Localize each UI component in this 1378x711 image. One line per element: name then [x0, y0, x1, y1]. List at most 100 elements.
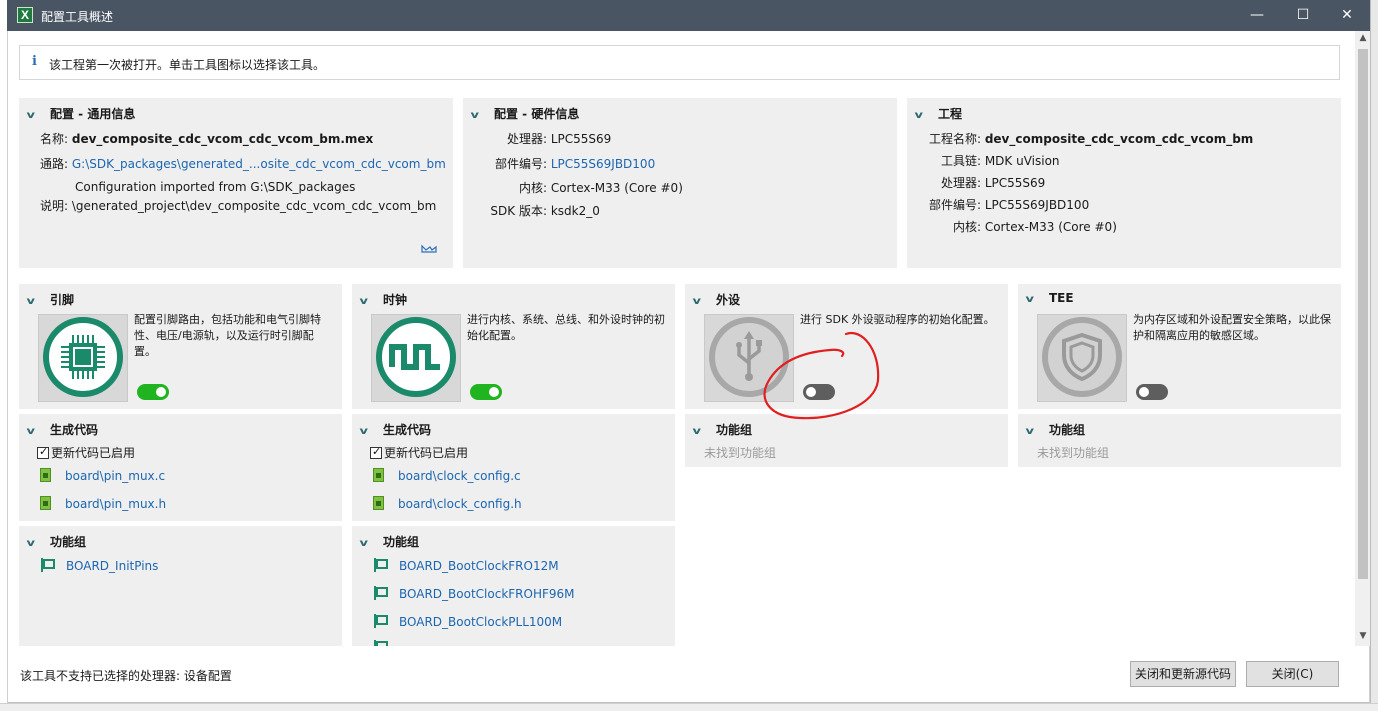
chevron-down-icon: v	[1025, 426, 1034, 437]
project-row: 处理器: LPC55S69	[940, 176, 1046, 190]
edit-icon[interactable]	[421, 241, 437, 253]
info-bar: i 该工程第一次被打开。单击工具图标以选择该工具。	[19, 45, 1340, 80]
maximize-button[interactable]: ☐	[1280, 0, 1326, 31]
hardware-row: SDK 版本: ksdk2_0	[490, 204, 600, 218]
pins-codegen-header[interactable]: v 生成代码	[27, 421, 99, 438]
peripherals-groups-header[interactable]: v 功能组	[692, 421, 753, 438]
peripherals-tool-header[interactable]: v 外设	[692, 291, 741, 308]
source-file-icon	[373, 496, 384, 510]
clocks-file-item[interactable]: board\clock_config.c	[373, 468, 521, 483]
tee-groups-header[interactable]: v 功能组	[1025, 421, 1086, 438]
project-row: 工程名称: dev_composite_cdc_vcom_cdc_vcom_bm	[928, 132, 1254, 146]
hardware-info-header[interactable]: v 配置 - 硬件信息	[471, 105, 580, 122]
checkbox-checked-icon	[370, 445, 382, 459]
pins-tool-toggle[interactable]	[137, 384, 169, 400]
app-logo-icon: X	[17, 7, 33, 23]
scroll-up-icon[interactable]: ▲	[1357, 33, 1369, 43]
tee-tool-toggle[interactable]	[1136, 384, 1168, 400]
scrollbar-thumb[interactable]	[1358, 49, 1368, 579]
clocks-group-item[interactable]: BOARD_BootClockFRO12M	[373, 558, 559, 573]
clocks-file-item[interactable]: board\clock_config.h	[373, 496, 522, 511]
chevron-down-icon: v	[359, 296, 368, 307]
general-info-header[interactable]: v 配置 - 通用信息	[26, 105, 136, 122]
pins-tool-description: 配置引脚路由，包括功能和电气引脚特性、电压/电源轨，以及运行时引脚配置。	[134, 313, 321, 358]
pins-groups-header[interactable]: v 功能组	[26, 533, 87, 550]
flag-icon	[373, 614, 388, 628]
dialog-body: i 该工程第一次被打开。单击工具图标以选择该工具。 v 配置 - 通用信息 名称:…	[7, 31, 1370, 703]
flag-icon	[373, 558, 388, 572]
part-number-link[interactable]: LPC55S69JBD100	[551, 157, 655, 171]
chevron-down-icon: v	[692, 426, 701, 437]
chip-icon	[43, 317, 123, 397]
general-path-row: 通路: G:\SDK_packages\generated_...osite_c…	[40, 157, 446, 171]
clocks-group-item[interactable]: BOARD_BootClockPLL100M	[373, 614, 562, 629]
flag-icon	[373, 640, 388, 646]
close-and-update-button[interactable]: 关闭和更新源代码	[1130, 661, 1236, 687]
clocks-update-code-checkbox[interactable]: 更新代码已启用	[370, 444, 468, 461]
clocks-group-item[interactable]: BOARD_BootClockFROHF96M	[373, 586, 575, 601]
peripherals-tool-card: v 外设 进行 SDK 外设驱动程序的初始化配置。	[685, 284, 1008, 409]
close-window-button[interactable]: ✕	[1324, 0, 1370, 31]
checkbox-checked-icon	[37, 445, 49, 459]
background-app-edge	[1370, 0, 1378, 711]
clocks-groups-panel: v 功能组 BOARD_BootClockFRO12M BOARD_BootClo…	[352, 526, 675, 646]
clocks-tool-header[interactable]: v 时钟	[359, 291, 408, 308]
clocks-group-item-partial	[373, 640, 399, 646]
hardware-row: 部件编号: LPC55S69JBD100	[494, 157, 656, 171]
project-info-header[interactable]: v 工程	[914, 105, 963, 122]
clocks-tool-button[interactable]	[371, 314, 461, 402]
flag-icon	[40, 558, 55, 572]
config-name-value: dev_composite_cdc_vcom_cdc_vcom_bm.mex	[71, 132, 374, 146]
pins-groups-panel: v 功能组 BOARD_InitPins	[19, 526, 342, 646]
pins-codegen-panel: v生成代码 更新代码已启用 board\pin_mux.c board\pin_…	[19, 414, 342, 521]
minimize-button[interactable]: —	[1234, 0, 1280, 31]
scroll-down-icon[interactable]: ▼	[1357, 631, 1369, 641]
clocks-tool-card: v 时钟 进行内核、系统、总线、和外设时钟的初始化配置。	[352, 284, 675, 409]
flag-icon	[373, 586, 388, 600]
general-desc-row: 说明: \generated_project\dev_composite_cdc…	[40, 199, 437, 213]
chevron-down-icon: v	[26, 538, 35, 549]
peripherals-groups-panel: v 功能组 未找到功能组	[685, 414, 1008, 467]
clocks-tool-description: 进行内核、系统、总线、和外设时钟的初始化配置。	[467, 313, 665, 342]
window-title: 配置工具概述	[41, 10, 114, 24]
peripherals-groups-empty: 未找到功能组	[704, 446, 777, 460]
chevron-down-icon: v	[692, 296, 701, 307]
peripherals-tool-toggle[interactable]	[803, 384, 835, 400]
footer-status-text: 该工具不支持已选择的处理器: 设备配置	[20, 669, 232, 683]
project-row: 部件编号: LPC55S69JBD100	[928, 198, 1090, 212]
general-desc-line2: \generated_project\dev_composite_cdc_vco…	[71, 199, 437, 213]
project-info-panel: v 工程 工程名称: dev_composite_cdc_vcom_cdc_vco…	[907, 98, 1341, 268]
tee-groups-empty: 未找到功能组	[1037, 446, 1110, 460]
tee-tool-button[interactable]	[1037, 314, 1127, 402]
pins-file-item[interactable]: board\pin_mux.c	[40, 468, 165, 483]
tee-groups-panel: v 功能组 未找到功能组	[1018, 414, 1341, 467]
pins-update-code-checkbox[interactable]: 更新代码已启用	[37, 444, 135, 461]
usb-icon	[709, 317, 789, 397]
peripherals-tool-button[interactable]	[704, 314, 794, 402]
hardware-row: 内核: Cortex-M33 (Core #0)	[518, 181, 683, 195]
pins-tool-button[interactable]	[38, 314, 128, 402]
clock-wave-icon	[376, 317, 456, 397]
vertical-scrollbar[interactable]: ▲ ▼	[1355, 31, 1370, 646]
shield-icon	[1042, 317, 1122, 397]
pins-group-item[interactable]: BOARD_InitPins	[40, 558, 158, 573]
peripherals-tool-description: 进行 SDK 外设驱动程序的初始化配置。	[800, 313, 995, 326]
tee-tool-header[interactable]: v TEE	[1025, 291, 1074, 305]
config-path-link[interactable]: G:\SDK_packages\generated_...osite_cdc_v…	[72, 157, 446, 171]
hardware-row: 处理器: LPC55S69	[506, 132, 612, 146]
source-file-icon	[373, 468, 384, 482]
pins-tool-header[interactable]: v 引脚	[27, 291, 75, 308]
clocks-codegen-header[interactable]: v 生成代码	[360, 421, 432, 438]
clocks-tool-toggle[interactable]	[470, 384, 502, 400]
background-app-bottom	[0, 703, 1378, 711]
chevron-down-icon: v	[914, 110, 923, 121]
clocks-groups-header[interactable]: v 功能组	[360, 533, 420, 550]
source-file-icon	[40, 496, 51, 510]
info-icon: i	[32, 54, 37, 69]
project-row: 内核: Cortex-M33 (Core #0)	[952, 220, 1117, 234]
pins-file-item[interactable]: board\pin_mux.h	[40, 496, 166, 511]
general-name-row: 名称: dev_composite_cdc_vcom_cdc_vcom_bm.m…	[40, 132, 374, 146]
chevron-down-icon: v	[1025, 294, 1034, 305]
close-button[interactable]: 关闭(C)	[1246, 661, 1339, 687]
chevron-down-icon: v	[26, 110, 35, 121]
